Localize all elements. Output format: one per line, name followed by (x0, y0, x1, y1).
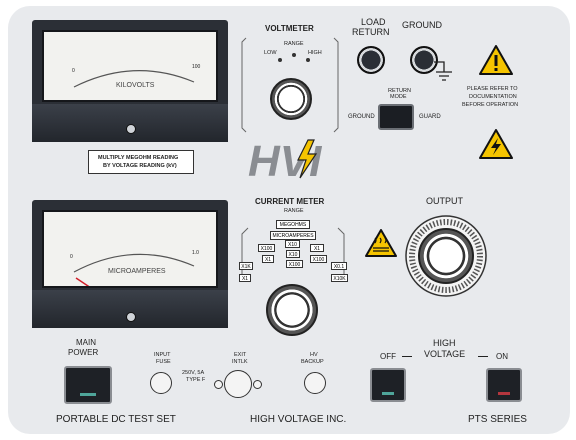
multiply-note-box (88, 150, 194, 174)
current-meter-range-knob[interactable] (266, 284, 318, 336)
warning-triangle-icon (479, 45, 513, 75)
return-mode-guard-label: GUARD (419, 114, 441, 120)
input-fuse-rating-line1: 250V, 5A (182, 370, 205, 376)
range-multiplier: X100 (310, 255, 327, 263)
voltmeter-range-label: RANGE (284, 41, 304, 47)
range-multiplier: X1 (262, 255, 274, 263)
warning-text-line2: DOCUMENTATION (469, 94, 517, 100)
main-power-indicator (80, 393, 96, 396)
range-indicator-dot (292, 53, 296, 57)
output-knob[interactable] (418, 228, 474, 284)
off-label-dash (402, 356, 412, 357)
warning-text-line3: BEFORE OPERATION (462, 102, 519, 108)
ground-label: GROUND (402, 20, 442, 30)
current-meter-display: 0 1.0 MICROAMPERES (32, 200, 228, 328)
hot-surface-warning-icon (365, 229, 397, 257)
multiply-note-line2: BY VOLTAGE READING (kV) (103, 163, 177, 169)
current-meter-needle (75, 277, 90, 286)
hvi-logo: HVI (248, 137, 322, 182)
output-label: OUTPUT (426, 196, 463, 206)
high-voltage-off-label: OFF (380, 352, 396, 361)
load-return-jack[interactable] (357, 46, 385, 74)
input-fuse-rating-line2: TYPE F (186, 377, 206, 383)
voltmeter-zero-adjust-screw[interactable] (126, 124, 136, 134)
main-power-label-line1: MAIN (76, 338, 96, 347)
voltmeter-range-knob[interactable] (270, 78, 312, 120)
range-multiplier: X1 (239, 274, 251, 282)
current-meter-scale-min: 0 (70, 254, 73, 260)
exit-intlk-label-line2: INTLK (232, 359, 248, 365)
voltmeter-title: VOLTMETER (265, 24, 314, 33)
hv-backup-connector[interactable] (304, 372, 326, 394)
high-voltage-warning-icon (479, 129, 513, 159)
hv-backup-label-line1: HV (310, 352, 318, 358)
return-mode-ground-label: GROUND (348, 114, 375, 120)
current-meter-bezel (32, 290, 228, 328)
exit-interlock-mount-right (253, 380, 262, 389)
range-indicator-dot (278, 58, 282, 62)
hv-backup-label-line2: BACKUP (301, 359, 324, 365)
current-meter-unit: MICROAMPERES (108, 268, 166, 275)
footer-series: PTS SERIES (468, 414, 527, 425)
current-meter-scale-max: 1.0 (192, 250, 199, 256)
voltmeter-display: 0 100 KILOVOLTS (32, 20, 228, 142)
voltmeter-scale-max: 100 (192, 64, 201, 70)
main-power-switch[interactable] (64, 366, 112, 404)
voltmeter-scale (73, 70, 195, 88)
footer-company-name: HIGH VOLTAGE INC. (250, 414, 347, 425)
voltmeter-unit: KILOVOLTS (116, 82, 155, 89)
voltmeter-scale-min: 0 (72, 68, 75, 74)
load-return-label-line1: LOAD (361, 17, 386, 27)
high-voltage-on-label: ON (496, 352, 508, 361)
current-meter-zero-adjust-screw[interactable] (126, 312, 136, 322)
exit-interlock-mount-left (214, 380, 223, 389)
range-indicator-dot (306, 58, 310, 62)
range-multiplier: X1K (239, 262, 253, 270)
voltmeter-range-high: HIGH (308, 50, 322, 56)
return-mode-toggle-switch[interactable] (378, 104, 414, 130)
input-fuse-label-line1: INPUT (154, 352, 171, 358)
return-mode-label-line2: MODE (390, 94, 407, 100)
range-multiplier: X100 (286, 260, 303, 268)
ground-symbol-icon (434, 61, 452, 81)
input-fuse-holder[interactable] (150, 372, 172, 394)
range-multiplier: X10K (331, 274, 348, 282)
voltmeter-bezel (32, 104, 228, 142)
high-voltage-label-line1: HIGH (433, 338, 456, 348)
multiply-note-line1: MULTIPLY MEGOHM READING (98, 155, 179, 161)
high-voltage-off-button[interactable] (370, 368, 406, 402)
off-indicator (382, 392, 394, 395)
range-multiplier: X10 (286, 250, 300, 258)
high-voltage-label-line2: VOLTAGE (424, 349, 466, 359)
on-indicator (498, 392, 510, 395)
on-label-dash (478, 356, 488, 357)
range-multiplier: X10 (285, 240, 300, 248)
high-voltage-on-button[interactable] (486, 368, 522, 402)
footer-product-name: PORTABLE DC TEST SET (56, 414, 176, 425)
range-multiplier: X0.1 (331, 262, 347, 270)
current-meter-title: CURRENT METER (255, 197, 325, 206)
load-return-label-line2: RETURN (352, 27, 390, 37)
exit-intlk-label-line1: EXIT (234, 352, 247, 358)
range-multiplier: X1 (310, 244, 324, 252)
range-multiplier: X100 (258, 244, 275, 252)
input-fuse-label-line2: FUSE (156, 359, 171, 365)
voltmeter-range-low: LOW (264, 50, 277, 56)
warning-text-line1: PLEASE REFER TO (467, 86, 518, 92)
exit-interlock-connector[interactable] (224, 370, 252, 398)
main-power-label-line2: POWER (68, 348, 99, 357)
